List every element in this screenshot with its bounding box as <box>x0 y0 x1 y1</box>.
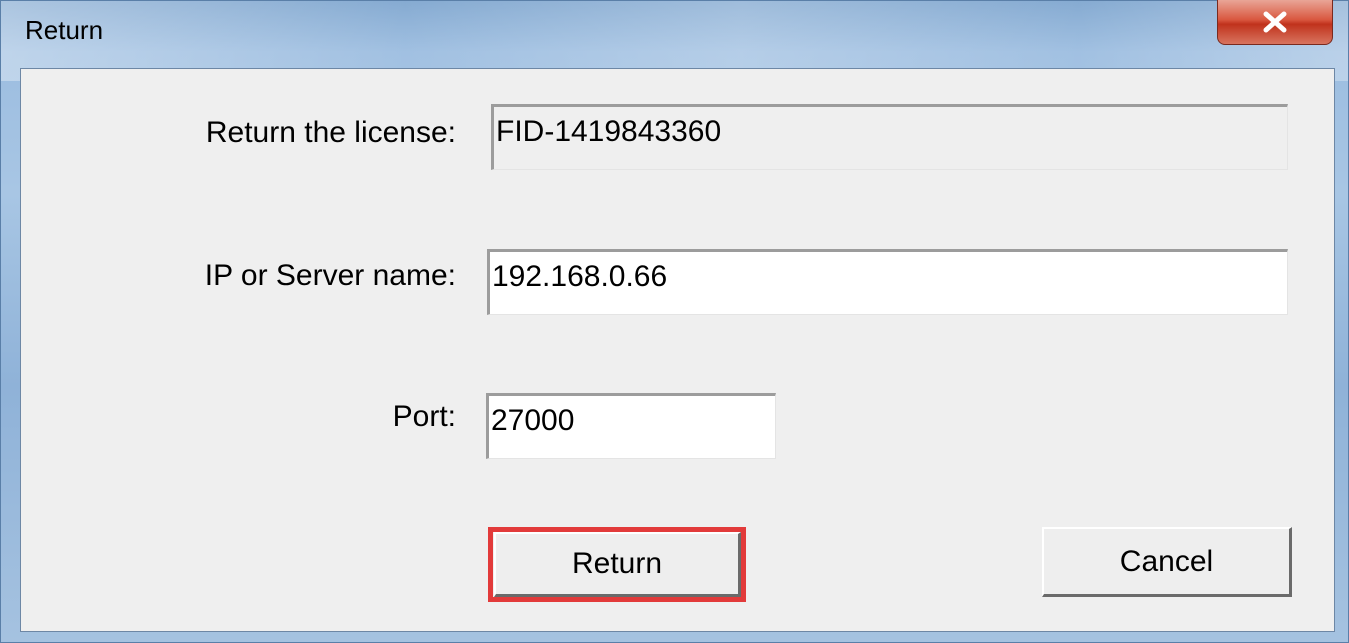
close-button[interactable] <box>1217 0 1333 45</box>
license-label: Return the license: <box>205 116 456 149</box>
license-field: FID-1419843360 <box>491 104 1288 170</box>
server-input[interactable]: 192.168.0.66 <box>487 249 1288 315</box>
close-icon <box>1263 11 1287 33</box>
port-input[interactable]: 27000 <box>486 393 776 459</box>
window-title: Return <box>25 15 104 45</box>
return-button[interactable]: Return <box>494 532 741 597</box>
server-label: IP or Server name: <box>204 259 456 292</box>
port-label: Port: <box>392 400 456 433</box>
cancel-button[interactable]: Cancel <box>1042 527 1292 597</box>
